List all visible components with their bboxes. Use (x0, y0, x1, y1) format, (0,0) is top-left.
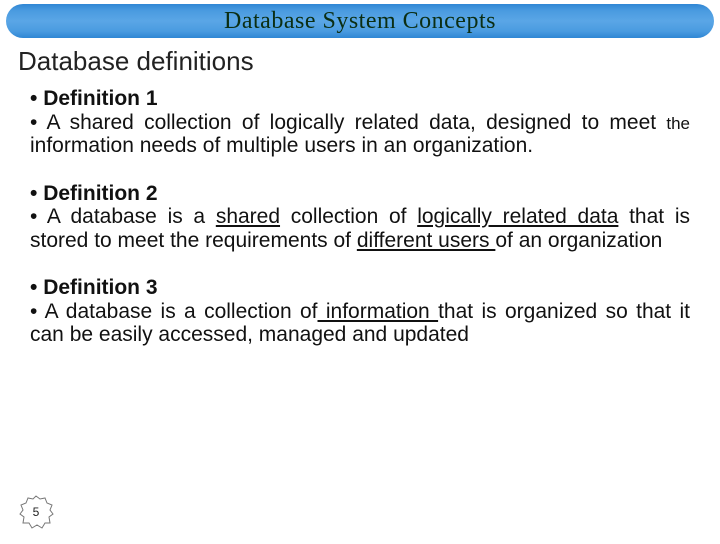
definition-block: • Definition 3 • A database is a collect… (30, 276, 690, 347)
definition-label: • Definition 3 (30, 276, 690, 300)
definition-body: • A database is a collection of informat… (30, 300, 690, 347)
definition-body: • A shared collection of logically relat… (30, 111, 690, 158)
page-number-badge: 5 (18, 494, 54, 530)
definition-label: • Definition 1 (30, 87, 690, 111)
slide-subtitle: Database definitions (18, 46, 720, 77)
slide-title: Database System Concepts (224, 8, 496, 35)
page-number: 5 (18, 494, 54, 530)
definition-body: • A database is a shared collection of l… (30, 205, 690, 252)
definition-block: • Definition 2 • A database is a shared … (30, 182, 690, 253)
header-bar: Database System Concepts (6, 4, 714, 38)
content-area: • Definition 1 • A shared collection of … (0, 77, 720, 347)
definition-label: • Definition 2 (30, 182, 690, 206)
definition-block: • Definition 1 • A shared collection of … (30, 87, 690, 158)
